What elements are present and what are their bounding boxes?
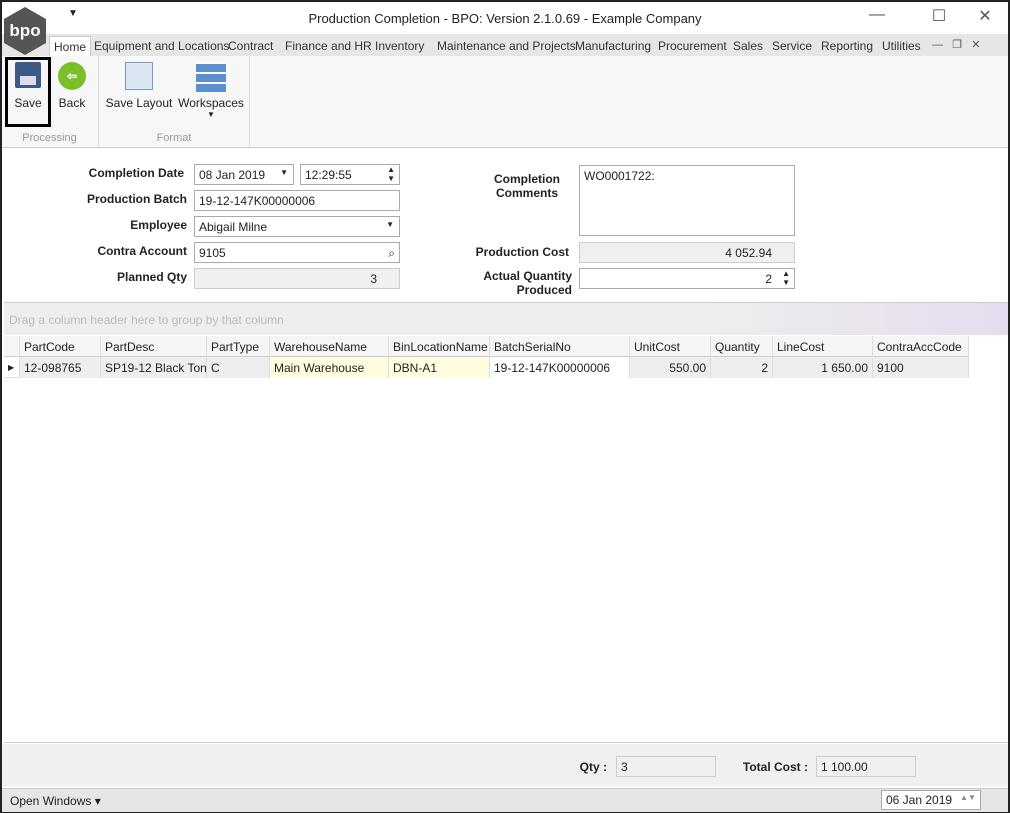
workspaces-button[interactable]: Workspaces ▼ <box>178 62 244 119</box>
cell-parttype[interactable]: C <box>207 357 270 378</box>
cell-partcode[interactable]: 12-098765 <box>20 357 101 378</box>
tab-contract[interactable]: Contract <box>228 39 273 53</box>
workspaces-grid-icon <box>196 62 226 92</box>
qty-total-field: 3 <box>616 756 716 777</box>
grid-header: PartCode PartDesc PartType WarehouseName Bin… <box>4 336 969 357</box>
cell-unitcost[interactable]: 550.00 <box>630 357 711 378</box>
employee-dropdown[interactable]: Abigail Milne ▼ <box>194 216 400 237</box>
back-arrow-icon: ⇦ <box>58 62 86 90</box>
row-indicator-icon: ▶ <box>4 357 20 378</box>
cell-linecost[interactable]: 1 650.00 <box>773 357 873 378</box>
completion-date-label: Completion Date <box>88 166 184 180</box>
qty-label: Qty : <box>579 760 607 774</box>
planned-qty-label: Planned Qty <box>116 270 187 284</box>
column-header-partdesc[interactable]: PartDesc <box>101 336 207 357</box>
tab-service[interactable]: Service <box>772 39 812 53</box>
search-icon: ⌕ <box>388 246 395 260</box>
close-button[interactable]: ✕ <box>970 6 1000 30</box>
tab-procurement[interactable]: Procurement <box>658 39 727 53</box>
tab-maintenance-and-projects[interactable]: Maintenance and Projects <box>437 39 576 53</box>
save-layout-label: Save Layout <box>105 96 173 110</box>
back-button[interactable]: ⇦ Back <box>54 62 90 110</box>
tab-manufacturing[interactable]: Manufacturing <box>575 39 651 53</box>
open-windows-button[interactable]: Open Windows ▾ <box>10 794 101 808</box>
completion-time-field[interactable]: 12:29:55 ▲ ▼ <box>300 164 400 185</box>
footer-totals: Qty : 3 Total Cost : 1 100.00 <box>2 744 1008 786</box>
ribbon: Save ⇦ Back Processing Save Layout Works… <box>2 56 1008 148</box>
cell-warehousename[interactable]: Main Warehouse <box>270 357 389 378</box>
window-title: Production Completion - BPO: Version 2.1… <box>308 11 702 26</box>
column-header-quantity[interactable]: Quantity <box>711 336 773 357</box>
production-cost-field: 4 052.94 <box>579 242 795 263</box>
dropdown-arrow-icon: ▼ <box>207 110 215 119</box>
planned-qty-field: 3 <box>194 268 400 289</box>
tab-reporting[interactable]: Reporting <box>821 39 873 53</box>
column-header-warehousename[interactable]: WarehouseName <box>270 336 389 357</box>
workspaces-label: Workspaces <box>178 96 244 110</box>
column-header-batchserialno[interactable]: BatchSerialNo <box>490 336 630 357</box>
group-processing: Processing <box>22 132 77 144</box>
actual-qty-label: Actual Quantity Produced <box>483 269 572 297</box>
mdi-controls[interactable]: — ❐ ✕ <box>932 38 980 51</box>
completion-comments-label: Completion Comments <box>494 172 560 200</box>
group-format: Format <box>156 132 192 144</box>
contra-account-label: Contra Account <box>97 244 187 258</box>
completion-comments-field[interactable]: WO0001722: <box>579 165 795 236</box>
layout-wrench-icon <box>125 62 153 90</box>
tab-utilities[interactable]: Utilities <box>882 39 921 53</box>
status-bar: Open Windows ▾ 06 Jan 2019 ▲▼ <box>2 788 1008 812</box>
total-cost-label: Total Cost : <box>742 760 808 774</box>
minimize-button[interactable]: — <box>862 6 892 30</box>
save-label: Save <box>14 96 42 110</box>
column-header-partcode[interactable]: PartCode <box>20 336 101 357</box>
employee-label: Employee <box>130 218 187 232</box>
column-header-contraacccode[interactable]: ContraAccCode <box>873 336 969 357</box>
column-header-binlocationname[interactable]: BinLocationName <box>389 336 490 357</box>
cell-contraacccode[interactable]: 9100 <box>873 357 969 378</box>
back-label: Back <box>58 96 86 110</box>
parts-grid: Drag a column header here to group by th… <box>4 302 1008 743</box>
save-layout-button[interactable]: Save Layout <box>104 62 174 110</box>
tab-sales[interactable]: Sales <box>733 39 763 53</box>
total-cost-field: 1 100.00 <box>816 756 916 777</box>
tab-home[interactable]: Home <box>49 36 92 56</box>
cell-batchserialno[interactable]: 19-12-147K00000006 <box>490 357 630 378</box>
save-button[interactable]: Save <box>10 62 46 110</box>
production-cost-label: Production Cost <box>475 245 569 259</box>
column-header-linecost[interactable]: LineCost <box>773 336 873 357</box>
tab-inventory[interactable]: Inventory <box>375 39 424 53</box>
quick-access-dropdown-icon[interactable]: ▼ <box>68 8 78 19</box>
actual-qty-field[interactable]: 2 ▲ ▼ <box>579 268 795 289</box>
tab-finance-and-hr[interactable]: Finance and HR <box>285 39 372 53</box>
floppy-disk-icon <box>15 62 41 88</box>
cell-quantity[interactable]: 2 <box>711 357 773 378</box>
table-row[interactable]: ▶ 12-098765 SP19-12 Black Toner C Main Wareh… <box>4 357 969 378</box>
contra-account-field[interactable]: 9105 ⌕ <box>194 242 400 263</box>
cell-partdesc[interactable]: SP19-12 Black Toner <box>101 357 207 378</box>
menu-tabs: Home Equipment and Locations Contract Finan… <box>2 34 1008 56</box>
maximize-button[interactable]: ☐ <box>924 6 954 30</box>
production-batch-label: Production Batch <box>86 192 187 206</box>
cell-binlocationname[interactable]: DBN-A1 <box>389 357 490 378</box>
column-header-parttype[interactable]: PartType <box>207 336 270 357</box>
production-batch-field[interactable]: 19-12-147K00000006 <box>194 190 400 211</box>
group-by-panel[interactable]: Drag a column header here to group by th… <box>4 303 1008 335</box>
column-header-unitcost[interactable]: UnitCost <box>630 336 711 357</box>
completion-date-field[interactable]: 08 Jan 2019 ▼ <box>194 164 294 185</box>
title-bar: Production Completion - BPO: Version 2.1… <box>2 2 1008 34</box>
tab-equipment-and-locations[interactable]: Equipment and Locations <box>94 39 229 53</box>
status-date-field[interactable]: 06 Jan 2019 ▲▼ <box>881 790 981 810</box>
